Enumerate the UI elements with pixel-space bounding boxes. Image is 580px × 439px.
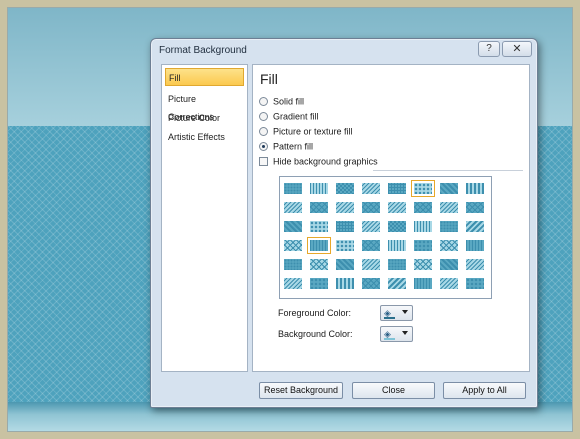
pattern-swatch[interactable] xyxy=(361,201,381,214)
pattern-swatch[interactable] xyxy=(387,239,407,252)
pattern-swatch[interactable] xyxy=(465,220,485,233)
sidebar-item-label: Artistic Effects xyxy=(168,132,225,142)
pattern-swatch[interactable] xyxy=(439,239,459,252)
pattern-swatch[interactable] xyxy=(361,277,381,290)
pattern-swatch[interactable] xyxy=(335,220,355,233)
reset-background-button[interactable]: Reset Background xyxy=(259,382,343,399)
background-color-label: Background Color: xyxy=(278,329,353,339)
checkbox-icon xyxy=(259,157,268,167)
pattern-swatch[interactable] xyxy=(413,201,433,214)
sidebar-item-picture-corrections[interactable]: Picture Corrections xyxy=(165,90,244,122)
color-swatch-bar xyxy=(384,317,395,319)
solid-fill-radio[interactable]: Solid fill xyxy=(259,95,304,107)
pattern-swatch[interactable] xyxy=(387,182,407,195)
pattern-swatch[interactable] xyxy=(465,182,485,195)
pattern-swatch[interactable] xyxy=(283,182,303,195)
pattern-swatch[interactable] xyxy=(439,182,459,195)
background-color-row: Background Color: ◈ xyxy=(278,326,413,342)
radio-label: Picture or texture fill xyxy=(273,126,353,137)
pattern-swatch[interactable] xyxy=(309,201,329,214)
pattern-swatch[interactable] xyxy=(465,201,485,214)
close-window-button[interactable]: ✕ xyxy=(502,41,532,57)
pattern-swatch[interactable] xyxy=(439,277,459,290)
pattern-swatch[interactable] xyxy=(309,277,329,290)
radio-label: Gradient fill xyxy=(273,111,319,122)
pattern-swatch[interactable] xyxy=(413,220,433,233)
sidebar-item-label: Fill xyxy=(169,73,181,83)
pattern-swatch[interactable] xyxy=(307,237,331,254)
pattern-swatch[interactable] xyxy=(387,258,407,271)
pattern-swatch[interactable] xyxy=(361,220,381,233)
pattern-swatch[interactable] xyxy=(439,258,459,271)
foreground-color-label: Foreground Color: xyxy=(278,308,352,318)
background-color-picker[interactable]: ◈ xyxy=(380,326,413,342)
pattern-swatch[interactable] xyxy=(309,182,329,195)
chevron-down-icon xyxy=(402,310,408,314)
close-button[interactable]: Close xyxy=(352,382,435,399)
radio-label: Pattern fill xyxy=(273,141,314,152)
foreground-color-picker[interactable]: ◈ xyxy=(380,305,413,321)
pattern-swatch[interactable] xyxy=(283,201,303,214)
pattern-swatch[interactable] xyxy=(309,258,329,271)
radio-checked-icon xyxy=(259,142,268,152)
format-background-dialog: Format Background ? ✕ Fill Picture Corre… xyxy=(150,38,538,408)
pattern-swatch[interactable] xyxy=(361,182,381,195)
checkbox-label: Hide background graphics xyxy=(273,156,378,167)
help-button[interactable]: ? xyxy=(478,41,500,57)
sidebar-item-label: Picture Color xyxy=(168,113,221,123)
color-swatch-bar xyxy=(384,338,395,340)
hide-background-graphics-checkbox[interactable]: Hide background graphics xyxy=(259,155,378,167)
pattern-swatch[interactable] xyxy=(283,220,303,233)
pattern-swatch[interactable] xyxy=(387,220,407,233)
pattern-fill-radio[interactable]: Pattern fill xyxy=(259,140,313,152)
close-icon: ✕ xyxy=(512,43,522,55)
dialog-title: Format Background xyxy=(159,45,247,56)
fill-panel: Fill Solid fill Gradient fill Picture or… xyxy=(252,64,530,372)
apply-to-all-button[interactable]: Apply to All xyxy=(443,382,526,399)
pattern-swatch[interactable] xyxy=(283,239,303,252)
radio-icon xyxy=(259,112,268,122)
pattern-swatch[interactable] xyxy=(465,258,485,271)
pattern-swatch[interactable] xyxy=(465,277,485,290)
pattern-swatch[interactable] xyxy=(465,239,485,252)
pattern-swatch[interactable] xyxy=(335,239,355,252)
sidebar-item-artistic-effects[interactable]: Artistic Effects xyxy=(165,128,244,146)
divider xyxy=(373,170,523,171)
foreground-color-row: Foreground Color: ◈ xyxy=(278,305,413,321)
pattern-swatch[interactable] xyxy=(413,277,433,290)
radio-label: Solid fill xyxy=(273,96,305,107)
help-icon: ? xyxy=(486,43,492,54)
pattern-swatch[interactable] xyxy=(413,258,433,271)
pattern-swatch[interactable] xyxy=(411,180,435,197)
radio-icon xyxy=(259,97,268,107)
sidebar-item-fill[interactable]: Fill xyxy=(165,68,244,86)
pattern-swatch[interactable] xyxy=(309,220,329,233)
pattern-swatch[interactable] xyxy=(439,201,459,214)
reset-background-label: Reset Background xyxy=(263,385,339,395)
gradient-fill-radio[interactable]: Gradient fill xyxy=(259,110,319,122)
dialog-titlebar[interactable]: Format Background ? ✕ xyxy=(151,39,537,63)
pattern-swatch[interactable] xyxy=(413,239,433,252)
sidebar-item-picture-color[interactable]: Picture Color xyxy=(165,109,244,127)
pattern-swatch[interactable] xyxy=(387,277,407,290)
pattern-swatch[interactable] xyxy=(283,277,303,290)
category-list: Fill Picture Corrections Picture Color A… xyxy=(161,64,248,372)
radio-icon xyxy=(259,127,268,137)
chevron-down-icon xyxy=(402,331,408,335)
pattern-swatch[interactable] xyxy=(335,277,355,290)
pattern-swatch[interactable] xyxy=(283,258,303,271)
apply-to-all-label: Apply to All xyxy=(462,385,507,395)
picture-texture-fill-radio[interactable]: Picture or texture fill xyxy=(259,125,353,137)
pattern-swatch[interactable] xyxy=(335,201,355,214)
pattern-swatch[interactable] xyxy=(335,258,355,271)
pattern-swatch[interactable] xyxy=(361,239,381,252)
pattern-gallery xyxy=(279,176,492,299)
pattern-swatch[interactable] xyxy=(387,201,407,214)
pattern-swatch[interactable] xyxy=(439,220,459,233)
section-title: Fill xyxy=(260,71,278,87)
pattern-swatch[interactable] xyxy=(335,182,355,195)
close-label: Close xyxy=(381,385,405,395)
pattern-swatch[interactable] xyxy=(361,258,381,271)
